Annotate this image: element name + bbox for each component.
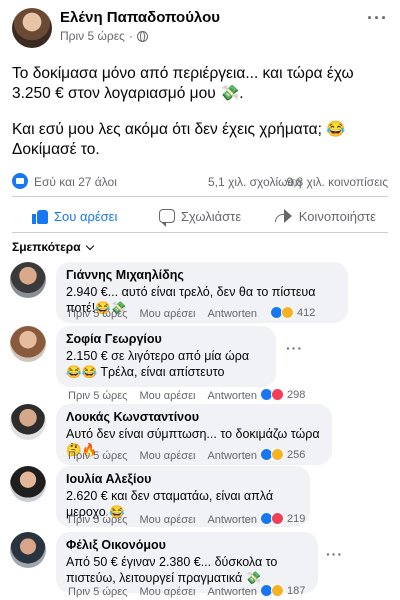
commenter-avatar[interactable] <box>10 326 46 362</box>
reactions-summary[interactable]: Εσύ και 27 άλοι <box>34 175 117 189</box>
comment-reactions[interactable]: 298 <box>260 388 305 401</box>
commenter-avatar[interactable] <box>10 532 46 568</box>
reaction-count: 298 <box>287 388 306 401</box>
comment-time[interactable]: Πριν 5 ώρες <box>68 450 127 462</box>
comment-reply-link[interactable]: Antworten <box>207 514 257 526</box>
stats-row: Εσύ και 27 άλοι 5,1 χιλ. σχολίωση 9,8 χι… <box>12 172 388 192</box>
commenter-avatar[interactable] <box>10 404 46 440</box>
comment-reply-link[interactable]: Antworten <box>207 390 257 402</box>
post-text-line2: Και εσύ μου λες ακόμα ότι δεν έχεις χρήμ… <box>12 121 346 158</box>
more-options-icon[interactable]: ··· <box>367 8 388 29</box>
haha-reaction-icon <box>271 448 284 461</box>
actions-row: Σου αρέσει Σχωλιάστε Κοινοποιήστε <box>12 200 388 232</box>
comment-reactions[interactable]: 219 <box>260 512 305 525</box>
comment-meta: Πριν 5 ώρες Μου αρέσει Antworten <box>68 308 257 320</box>
comment-like-link[interactable]: Μου αρέσει <box>139 514 195 526</box>
commenter-name[interactable]: Λουκάς Κωνσταντίνου <box>66 410 322 424</box>
commenter-name[interactable]: Σοφία Γεωργίου <box>66 332 266 346</box>
comment-bubble: Σοφία Γεωργίου 2.150 € σε λιγότερο από μ… <box>56 326 276 387</box>
post-text-line1: Το δοκίμασα μόνο από περιέργεια... και τ… <box>12 65 354 102</box>
haha-reaction-icon <box>271 584 284 597</box>
commenter-name[interactable]: Φέλιξ Οικονόμου <box>66 538 308 552</box>
comment-options-icon[interactable]: ··· <box>286 340 303 356</box>
commenter-name[interactable]: Γιάννης Μιχαηλίδης <box>66 268 338 282</box>
thumbs-up-icon <box>31 208 48 224</box>
comment-like-link[interactable]: Μου αρέσει <box>139 390 195 402</box>
like-button[interactable]: Σου αρέσει <box>12 200 137 232</box>
love-reaction-icon <box>271 512 284 525</box>
comment-time[interactable]: Πριν 5 ώρες <box>68 308 127 320</box>
comment-icon <box>158 209 175 227</box>
comment-meta: Πριν 5 ώρες Μου αρέσει Antworten <box>68 514 257 526</box>
reaction-count: 219 <box>287 512 306 525</box>
reaction-count: 412 <box>297 306 316 319</box>
comment-meta: Πριν 5 ώρες Μου αρέσει Antworten <box>68 450 257 462</box>
comment-meta: Πριν 5 ώρες Μου αρέσει Antworten <box>68 390 257 402</box>
reaction-count: 256 <box>287 448 306 461</box>
share-icon <box>274 209 293 223</box>
author-avatar[interactable] <box>12 8 52 48</box>
comment-sort-dropdown[interactable]: Σμεπκότερα <box>12 240 94 254</box>
comment-button-label: Σχωλιάστε <box>180 208 242 224</box>
comment-time[interactable]: Πριν 5 ώρες <box>68 514 127 526</box>
divider <box>12 232 388 233</box>
post-time[interactable]: Πριν 5 ώρες <box>60 29 125 43</box>
author-name[interactable]: Ελένη Παπαδοπούλου <box>60 9 220 26</box>
like-button-label: Σου αρέσει <box>53 208 118 224</box>
commenter-name[interactable]: Ιουλία Αλεξίου <box>66 472 300 486</box>
commenter-avatar[interactable] <box>10 466 46 502</box>
chevron-down-icon <box>85 241 94 250</box>
comment-reply-link[interactable]: Antworten <box>207 586 257 598</box>
share-button-label: Κοινοποιήστε <box>298 208 376 224</box>
globe-icon <box>136 30 148 42</box>
comment-reply-link[interactable]: Antworten <box>207 308 257 320</box>
commenter-avatar[interactable] <box>10 262 46 298</box>
love-reaction-icon <box>271 388 284 401</box>
haha-reaction-icon <box>281 306 294 319</box>
post-meta: Πριν 5 ώρες · <box>60 29 148 43</box>
comment-text: 2.150 € σε λιγότερο από μία ώρα 😂😂 Τρέλα… <box>66 349 250 379</box>
comment-meta: Πριν 5 ώρες Μου αρέσει Antworten <box>68 586 257 598</box>
comment-like-link[interactable]: Μου αρέσει <box>139 586 195 598</box>
shares-count[interactable]: 9,8 χιλ. κοινοπίσεις <box>287 175 389 189</box>
sort-label: Σμεπκότερα <box>12 240 81 254</box>
comment-button[interactable]: Σχωλιάστε <box>137 200 262 232</box>
comment-like-link[interactable]: Μου αρέσει <box>139 308 195 320</box>
comment-reply-link[interactable]: Antworten <box>207 450 257 462</box>
like-reaction-icon <box>12 173 28 189</box>
comment-time[interactable]: Πριν 5 ώρες <box>68 390 127 402</box>
comment-reactions[interactable]: 187 <box>260 584 305 597</box>
comment-reactions[interactable]: 256 <box>260 448 305 461</box>
comment-time[interactable]: Πριν 5 ώρες <box>68 586 127 598</box>
post-text: Το δοκίμασα μόνο από περιέργεια... και τ… <box>12 64 388 176</box>
comment-text: Από 50 € έγιναν 2.380 €... δύσκολα το πι… <box>66 555 278 585</box>
share-button[interactable]: Κοινοποιήστε <box>263 200 388 232</box>
post-header: Ελένη Παπαδοπούλου Πριν 5 ώρες · ··· <box>12 8 388 48</box>
comment-like-link[interactable]: Μου αρέσει <box>139 450 195 462</box>
comment-options-icon[interactable]: ··· <box>326 546 343 562</box>
comment-reactions[interactable]: 412 <box>270 306 315 319</box>
divider <box>12 196 388 197</box>
reaction-count: 187 <box>287 584 306 597</box>
